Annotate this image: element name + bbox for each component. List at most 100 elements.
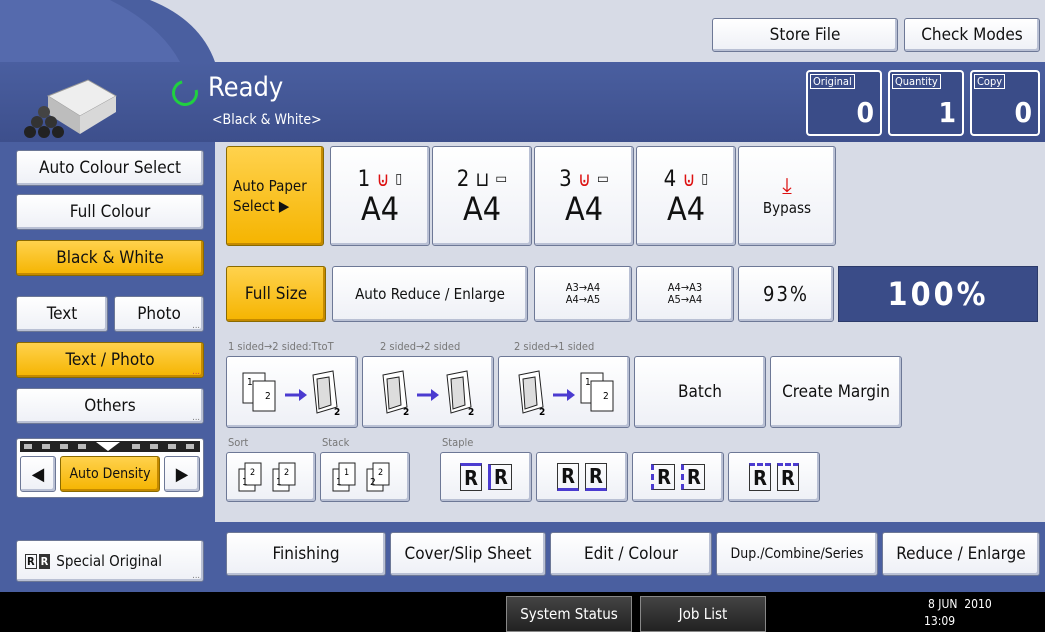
portrait-page-icon: ▯ — [395, 171, 403, 187]
create-margin-button[interactable]: Create Margin — [770, 356, 902, 428]
density-darker-button[interactable]: ▶ — [164, 456, 200, 492]
preset-93-button[interactable]: 93% — [738, 266, 834, 322]
special-original-mirror-icon: R — [38, 553, 51, 569]
play-arrow-icon: ▶ — [274, 197, 290, 215]
tab-edit-colour[interactable]: Edit / Colour — [550, 532, 712, 576]
quantity-counter-value: 1 — [938, 96, 956, 129]
staple-double-left-button[interactable]: R R — [632, 452, 724, 502]
full-size-button[interactable]: Full Size — [226, 266, 326, 322]
duplex-1-2-label: 1 sided→2 sided:TtoT — [228, 340, 334, 353]
photo-label: Photo — [137, 304, 181, 324]
duplex-2-to-1-button[interactable]: 2 1 2 — [498, 356, 630, 428]
auto-colour-select-button[interactable]: Auto Colour Select — [16, 150, 204, 186]
staple-top-left-rotated-icon: R — [488, 464, 512, 490]
sort-button[interactable]: 1212 — [226, 452, 316, 502]
svg-text:1: 1 — [336, 477, 342, 488]
stack-button[interactable]: 11 22 — [320, 452, 410, 502]
staple-top-left-button[interactable]: R R — [440, 452, 532, 502]
density-lighter-button[interactable]: ◀ — [20, 456, 56, 492]
store-file-label: Store File — [769, 25, 841, 45]
staple-top-right-rotated-icon: R — [585, 463, 607, 491]
check-modes-button[interactable]: Check Modes — [904, 18, 1040, 52]
tray-4-number: 4 — [663, 166, 677, 192]
batch-button[interactable]: Batch — [634, 356, 766, 428]
tray-2-size: A4 — [463, 189, 501, 228]
stack-label: Stack — [322, 436, 350, 449]
svg-text:2: 2 — [250, 468, 255, 478]
duplex-2-to-2-icon: 22 — [382, 370, 474, 417]
auto-paper-select-button[interactable]: Auto Paper Select ▶ — [226, 146, 324, 246]
duplex-2-to-2-button[interactable]: 22 — [362, 356, 494, 428]
preset-a5-a4-label: A5→A4 — [667, 293, 703, 306]
tray-1-size: A4 — [361, 189, 399, 228]
header-swoosh — [0, 0, 215, 62]
full-colour-button[interactable]: Full Colour — [16, 194, 204, 230]
tray-3-size: A4 — [565, 189, 603, 228]
staple-top-right-button[interactable]: R R — [536, 452, 628, 502]
text-button[interactable]: Text — [16, 296, 108, 332]
bypass-button[interactable]: ⤓ Bypass — [738, 146, 836, 246]
black-white-label: Black & White — [56, 248, 164, 268]
portrait-page-icon: ▯ — [701, 171, 709, 187]
quantity-counter[interactable]: Quantity 1 — [888, 70, 964, 136]
system-status-button[interactable]: System Status — [506, 596, 632, 632]
copy-counter: Copy 0 — [970, 70, 1040, 136]
staple-top-right-icon: R — [557, 463, 579, 491]
auto-density-button[interactable]: Auto Density — [60, 456, 160, 492]
tab-cover-slip-sheet[interactable]: Cover/Slip Sheet — [390, 532, 546, 576]
more-ellipsis-icon: ... — [192, 571, 200, 581]
preset-a4-a3-button[interactable]: A4→A3 A5→A4 — [636, 266, 734, 322]
copy-counter-label: Copy — [974, 74, 1006, 89]
svg-text:2: 2 — [603, 391, 609, 402]
staple-double-top-rotated-icon: R — [777, 463, 799, 491]
job-list-button[interactable]: Job List — [640, 596, 766, 632]
batch-label: Batch — [678, 382, 722, 402]
original-counter: Original 0 — [806, 70, 882, 136]
auto-paper-label-1: Auto Paper — [233, 177, 307, 195]
special-original-button[interactable]: R R Special Original ... — [16, 540, 204, 582]
black-white-button[interactable]: Black & White — [16, 240, 204, 276]
time-display: 13:09 — [924, 614, 956, 628]
text-photo-label: Text / Photo — [65, 350, 155, 370]
tab-reduce-enlarge[interactable]: Reduce / Enlarge — [882, 532, 1040, 576]
auto-reduce-enlarge-button[interactable]: Auto Reduce / Enlarge — [332, 266, 528, 322]
tray-1-button[interactable]: 1 ⊍ ▯ A4 — [330, 146, 430, 246]
svg-text:2: 2 — [403, 407, 409, 417]
copier-logo-icon — [18, 66, 118, 142]
tray-4-button[interactable]: 4 ⊍ ▯ A4 — [636, 146, 736, 246]
system-status-label: System Status — [520, 605, 618, 623]
svg-text:2: 2 — [334, 407, 340, 417]
tab-finishing[interactable]: Finishing — [226, 532, 386, 576]
auto-reduce-enlarge-label: Auto Reduce / Enlarge — [355, 285, 505, 303]
create-margin-label: Create Margin — [782, 382, 890, 402]
sort-label: Sort — [228, 436, 249, 449]
text-photo-button[interactable]: Text / Photo... — [16, 342, 204, 378]
density-scale — [20, 441, 200, 452]
tray-4-header: 4 ⊍ ▯ — [664, 167, 709, 192]
store-file-button[interactable]: Store File — [712, 18, 898, 52]
tray-3-button[interactable]: 3 ⊍ ▭ A4 — [534, 146, 634, 246]
tab-dup-combine-series-label: Dup./Combine/Series — [730, 546, 864, 562]
date-display: 8 JUN 2010 — [928, 597, 992, 611]
full-colour-label: Full Colour — [69, 202, 151, 222]
preset-a3-a4-button[interactable]: A3→A4 A4→A5 — [534, 266, 632, 322]
svg-text:1: 1 — [242, 477, 248, 488]
landscape-page-icon: ▭ — [495, 171, 508, 187]
auto-density-label: Auto Density — [69, 466, 151, 482]
tray-2-button[interactable]: 2 ⊔ ▭ A4 — [432, 146, 532, 246]
svg-text:2: 2 — [378, 468, 383, 478]
others-button[interactable]: Others... — [16, 388, 204, 424]
svg-text:1: 1 — [276, 477, 282, 488]
svg-text:1: 1 — [585, 377, 591, 388]
auto-colour-select-label: Auto Colour Select — [38, 158, 182, 178]
check-modes-label: Check Modes — [921, 25, 1023, 45]
duplex-1-to-2-button[interactable]: 1 2 2 — [226, 356, 358, 428]
photo-button[interactable]: Photo... — [114, 296, 204, 332]
duplex-1-to-2-icon: 1 2 2 — [242, 370, 340, 417]
current-ratio-value: 100% — [887, 275, 989, 313]
tab-dup-combine-series[interactable]: Dup./Combine/Series — [716, 532, 878, 576]
tray-paper-icon: ⊔ — [475, 167, 490, 191]
tray-3-number: 3 — [559, 166, 572, 192]
original-counter-label: Original — [810, 74, 855, 89]
staple-double-top-button[interactable]: R R — [728, 452, 820, 502]
